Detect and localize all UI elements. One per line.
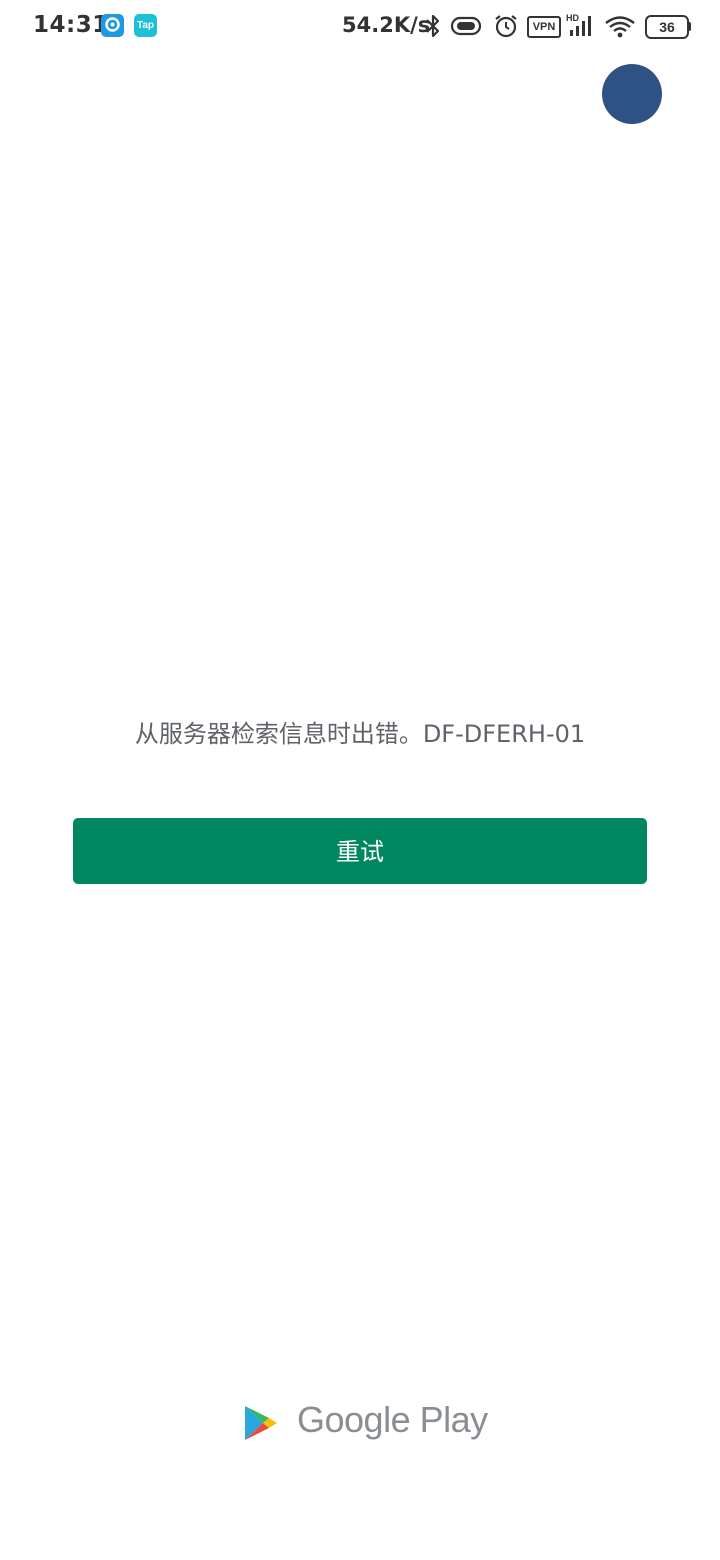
alarm-icon	[493, 13, 519, 43]
retry-button[interactable]: 重试	[73, 818, 647, 884]
status-time: 14:31	[33, 12, 109, 38]
battery-indicator: 36	[645, 15, 689, 39]
google-play-logo: Google Play	[243, 1399, 488, 1445]
google-play-icon	[245, 1406, 277, 1440]
taptap-icon-label: Tap	[136, 20, 155, 31]
vpn-icon: VPN	[527, 16, 561, 38]
network-speed: 54.2K/s	[342, 13, 431, 37]
svg-text:HD: HD	[566, 13, 579, 23]
taptap-notification-icon: Tap	[134, 14, 157, 37]
screen: 14:31 Tap 54.2K/s VPN HD 36 从服务器检索信息时出错。…	[0, 0, 720, 1560]
wifi-icon	[604, 14, 636, 44]
status-bar: 14:31 Tap 54.2K/s VPN HD 36	[0, 0, 720, 54]
battery-tip	[688, 22, 691, 31]
app-notification-icon	[101, 14, 124, 37]
hd-signal-icon: HD	[566, 12, 596, 42]
bluetooth-icon	[423, 13, 443, 43]
google-play-wordmark: Google Play	[297, 1399, 488, 1440]
account-avatar[interactable]	[602, 64, 662, 124]
error-message: 从服务器检索信息时出错。DF-DFERH-01	[134, 720, 586, 748]
battery-saver-icon	[450, 15, 484, 41]
